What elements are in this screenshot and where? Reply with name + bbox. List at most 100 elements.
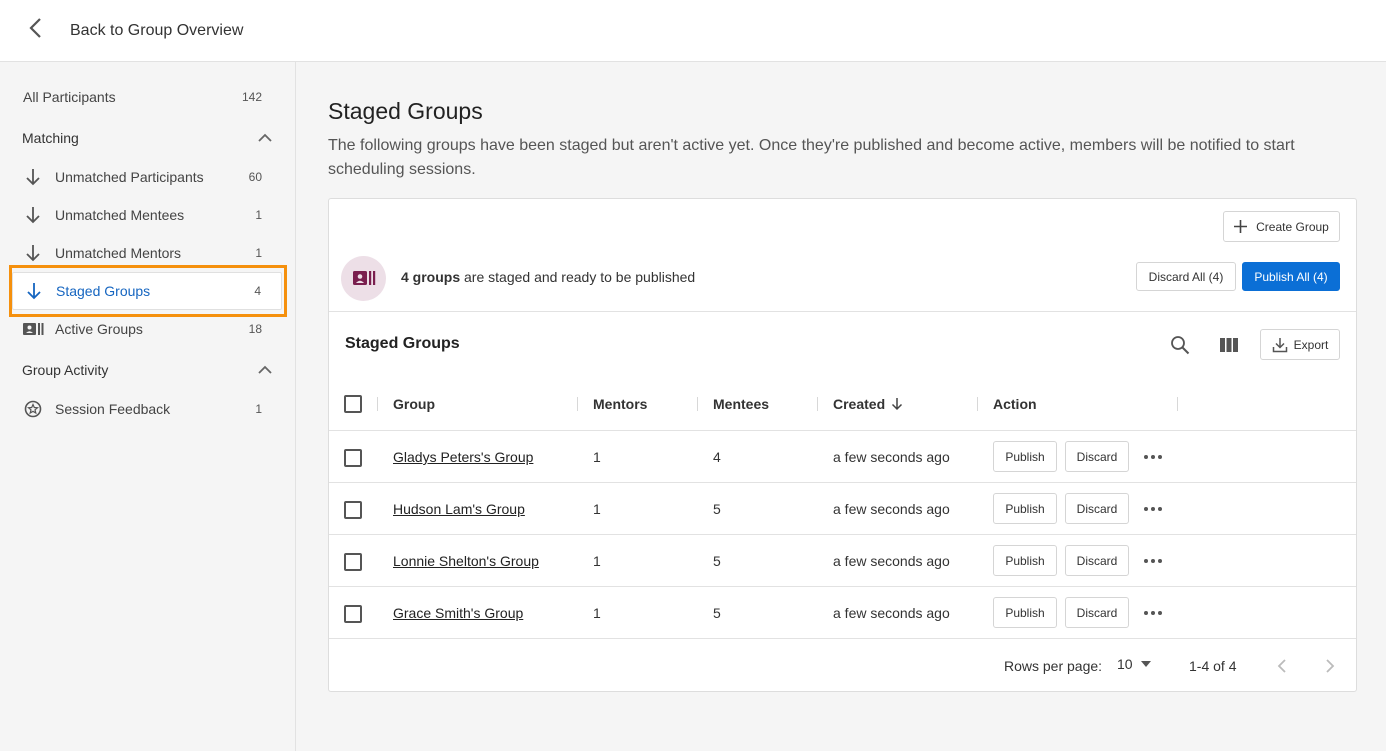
back-label: Back to Group Overview bbox=[70, 21, 244, 39]
mentees-count: 5 bbox=[713, 605, 721, 621]
column-header-mentors[interactable]: Mentors bbox=[593, 396, 647, 412]
staged-message-text: are staged and ready to be published bbox=[460, 269, 696, 285]
create-group-label: Create Group bbox=[1256, 219, 1329, 234]
sidebar-item-count: 1 bbox=[255, 246, 262, 260]
section-matching-header[interactable]: Matching bbox=[22, 130, 272, 146]
sidebar-item-staged-groups[interactable]: Staged Groups 4 bbox=[12, 272, 282, 310]
mentors-count: 1 bbox=[593, 501, 601, 517]
discard-button[interactable]: Discard bbox=[1065, 597, 1129, 628]
section-group-activity-header[interactable]: Group Activity bbox=[22, 362, 272, 378]
sidebar-item-count: 142 bbox=[241, 90, 262, 104]
table-row: Grace Smith's Group 1 5 a few seconds ag… bbox=[329, 587, 1356, 639]
discard-button[interactable]: Discard bbox=[1065, 493, 1129, 524]
top-bar: Back to Group Overview bbox=[0, 0, 1386, 62]
row-checkbox[interactable] bbox=[344, 449, 362, 467]
discard-all-label: Discard All (4) bbox=[1148, 269, 1224, 284]
search-icon[interactable] bbox=[1168, 333, 1192, 357]
export-label: Export bbox=[1293, 337, 1329, 352]
divider bbox=[329, 311, 1356, 312]
arrow-down-icon bbox=[22, 166, 44, 188]
sidebar-item-label: Unmatched Mentees bbox=[55, 207, 185, 223]
sidebar-item-unmatched-mentees[interactable]: Unmatched Mentees 1 bbox=[12, 196, 282, 234]
next-page-icon[interactable] bbox=[1319, 655, 1341, 677]
created-time: a few seconds ago bbox=[833, 501, 950, 517]
group-link[interactable]: Lonnie Shelton's Group bbox=[393, 553, 539, 569]
sidebar-item-label: Session Feedback bbox=[55, 401, 171, 417]
column-header-mentees[interactable]: Mentees bbox=[713, 396, 769, 412]
group-link[interactable]: Gladys Peters's Group bbox=[393, 449, 533, 465]
row-checkbox[interactable] bbox=[344, 605, 362, 623]
mentors-count: 1 bbox=[593, 449, 601, 465]
sidebar-item-active-groups[interactable]: Active Groups 18 bbox=[12, 310, 282, 348]
discard-button[interactable]: Discard bbox=[1065, 441, 1129, 472]
sidebar-item-label: Active Groups bbox=[55, 321, 143, 337]
publish-button[interactable]: Publish bbox=[993, 441, 1057, 472]
page-title: Staged Groups bbox=[328, 98, 483, 124]
sidebar-item-unmatched-participants[interactable]: Unmatched Participants 60 bbox=[12, 158, 282, 196]
table-row: Hudson Lam's Group 1 5 a few seconds ago… bbox=[329, 483, 1356, 535]
column-header-created[interactable]: Created bbox=[833, 396, 903, 412]
mentors-count: 1 bbox=[593, 605, 601, 621]
column-divider bbox=[577, 397, 578, 411]
sidebar-item-unmatched-mentors[interactable]: Unmatched Mentors 1 bbox=[12, 234, 282, 272]
section-title: Matching bbox=[22, 130, 79, 146]
caret-down-icon bbox=[1140, 661, 1151, 667]
staged-message: 4 groups are staged and ready to be publ… bbox=[401, 269, 695, 285]
group-card-icon bbox=[22, 318, 44, 340]
table-row: Lonnie Shelton's Group 1 5 a few seconds… bbox=[329, 535, 1356, 587]
table-header: Group Mentors Mentees Created Action bbox=[329, 377, 1356, 431]
mentees-count: 5 bbox=[713, 501, 721, 517]
create-group-button[interactable]: Create Group bbox=[1223, 211, 1340, 242]
sort-arrow-down-icon bbox=[891, 397, 903, 411]
sidebar-item-label: Staged Groups bbox=[56, 283, 151, 299]
column-header-action: Action bbox=[993, 396, 1037, 412]
sidebar-item-session-feedback[interactable]: Session Feedback 1 bbox=[12, 390, 282, 428]
more-options-icon[interactable] bbox=[1142, 550, 1164, 572]
table-row: Gladys Peters's Group 1 4 a few seconds … bbox=[329, 431, 1356, 483]
previous-page-icon[interactable] bbox=[1271, 655, 1293, 677]
sidebar-item-all-participants[interactable]: All Participants 142 bbox=[12, 78, 282, 116]
arrow-down-icon bbox=[22, 242, 44, 264]
publish-button[interactable]: Publish bbox=[993, 597, 1057, 628]
plus-icon bbox=[1234, 220, 1248, 233]
sidebar: All Participants 142 Matching Unmatched … bbox=[0, 62, 296, 751]
mentors-count: 1 bbox=[593, 553, 601, 569]
publish-button[interactable]: Publish bbox=[993, 493, 1057, 524]
more-options-icon[interactable] bbox=[1142, 446, 1164, 468]
sidebar-item-count: 18 bbox=[248, 322, 262, 336]
export-button[interactable]: Export bbox=[1260, 329, 1340, 360]
pagination-range: 1-4 of 4 bbox=[1189, 658, 1237, 674]
publish-button[interactable]: Publish bbox=[993, 545, 1057, 576]
columns-icon[interactable] bbox=[1217, 333, 1241, 357]
column-header-group[interactable]: Group bbox=[393, 396, 435, 412]
created-time: a few seconds ago bbox=[833, 553, 950, 569]
back-to-group-overview-button[interactable]: Back to Group Overview bbox=[0, 0, 243, 61]
created-time: a few seconds ago bbox=[833, 449, 950, 465]
discard-all-button[interactable]: Discard All (4) bbox=[1136, 262, 1236, 291]
column-divider bbox=[1177, 397, 1178, 411]
discard-button[interactable]: Discard bbox=[1065, 545, 1129, 576]
group-link[interactable]: Grace Smith's Group bbox=[393, 605, 523, 621]
rows-per-page-value: 10 bbox=[1117, 656, 1133, 672]
row-checkbox[interactable] bbox=[344, 501, 362, 519]
sidebar-item-label: Unmatched Mentors bbox=[55, 245, 182, 261]
sidebar-item-count: 4 bbox=[254, 284, 261, 298]
rows-per-page-label: Rows per page: bbox=[1004, 658, 1103, 674]
download-icon bbox=[1272, 337, 1288, 353]
chevron-up-icon bbox=[258, 130, 272, 146]
row-checkbox[interactable] bbox=[344, 553, 362, 571]
column-divider bbox=[977, 397, 978, 411]
more-options-icon[interactable] bbox=[1142, 602, 1164, 624]
created-time: a few seconds ago bbox=[833, 605, 950, 621]
select-all-checkbox[interactable] bbox=[344, 395, 362, 413]
rows-per-page-select[interactable]: 10 bbox=[1117, 656, 1151, 672]
more-options-icon[interactable] bbox=[1142, 498, 1164, 520]
table-title: Staged Groups bbox=[345, 335, 460, 352]
group-link[interactable]: Hudson Lam's Group bbox=[393, 501, 525, 517]
main-content: Staged Groups The following groups have … bbox=[296, 62, 1386, 751]
column-divider bbox=[697, 397, 698, 411]
staged-count: 4 groups bbox=[401, 269, 461, 285]
publish-all-button[interactable]: Publish All (4) bbox=[1242, 262, 1340, 291]
page-description: The following groups have been staged bu… bbox=[328, 137, 1295, 178]
arrow-down-icon bbox=[23, 280, 45, 302]
